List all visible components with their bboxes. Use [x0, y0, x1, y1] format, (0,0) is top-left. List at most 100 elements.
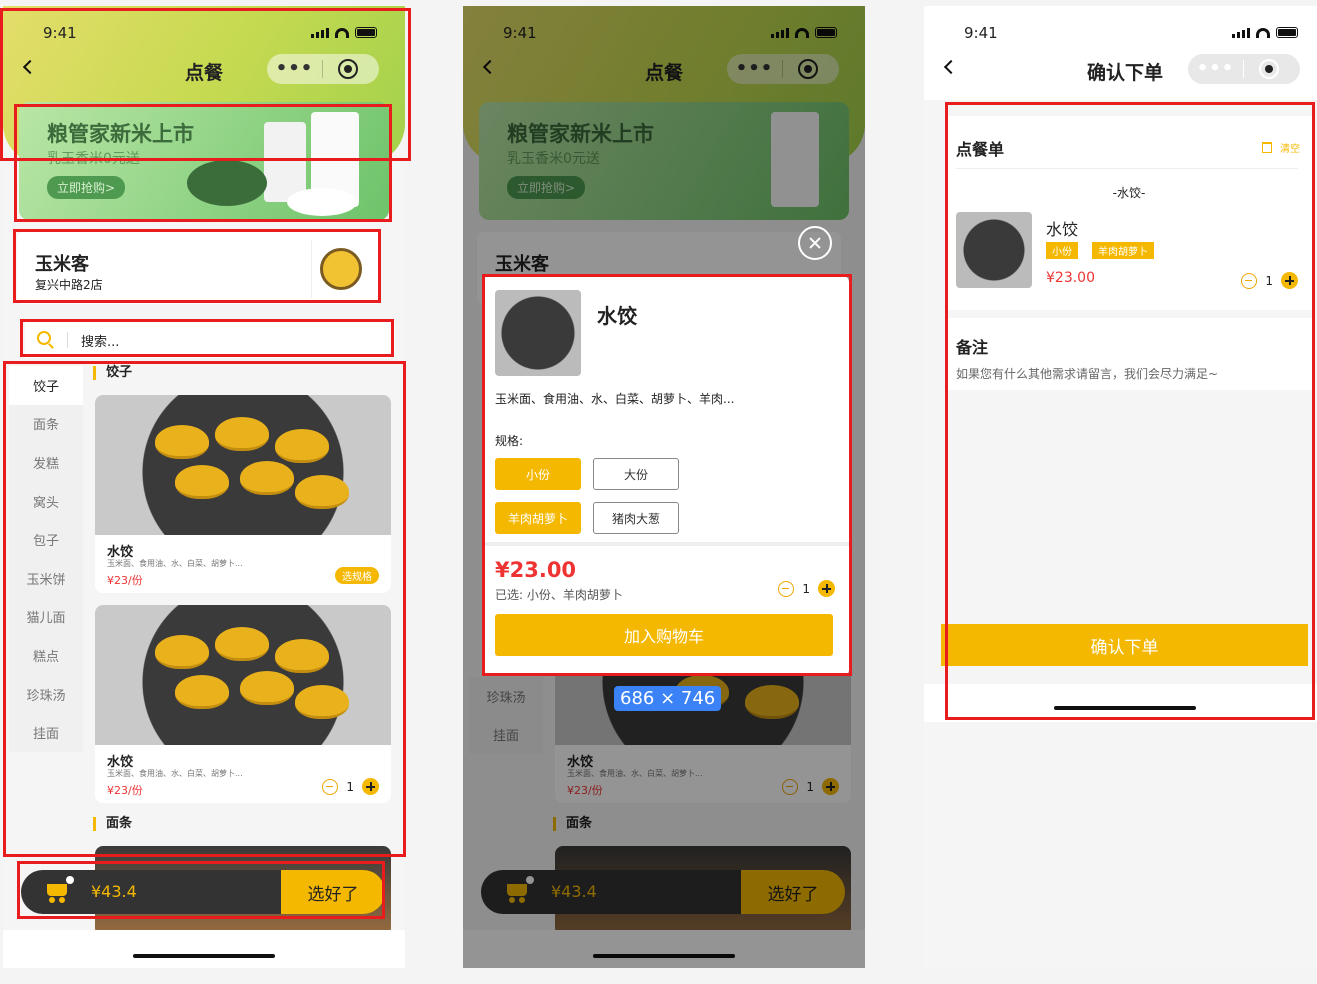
signal-icon — [1232, 28, 1250, 38]
plus-icon[interactable] — [362, 778, 379, 795]
quantity-stepper: 1 — [1241, 272, 1298, 289]
minus-icon[interactable] — [1241, 272, 1258, 289]
dish-description: 玉米面、食用油、水、白菜、胡萝卜... — [107, 769, 243, 778]
category-item[interactable]: 挂面 — [9, 713, 83, 752]
promo-banner[interactable]: 粮管家新米上市 乳玉香米0元送 立即抢购> — [19, 102, 389, 220]
bottom-safe-area — [3, 930, 405, 968]
choose-spec-button[interactable]: 选规格 — [335, 567, 379, 584]
dimension-label: 686 × 746 — [614, 686, 722, 711]
status-time: 9:41 — [43, 24, 77, 42]
search-placeholder: 搜索... — [81, 335, 120, 350]
category-item[interactable]: 包子 — [9, 520, 83, 559]
category-sidebar: 饺子 面条 发糕 窝头 包子 玉米饼 猫儿面 糕点 珍珠汤 挂面 — [9, 366, 83, 752]
rice-bowl-image — [187, 160, 267, 206]
plus-icon[interactable] — [1281, 272, 1298, 289]
dish-price: ¥23/份 — [107, 574, 143, 587]
mini-program-capsule: ••• — [1188, 54, 1300, 84]
home-indicator — [1054, 706, 1196, 710]
status-bar: 9:41 — [3, 6, 405, 54]
category-item[interactable]: 玉米饼 — [9, 558, 83, 598]
home-indicator — [133, 954, 275, 958]
search-input[interactable]: 搜索... — [25, 322, 395, 358]
order-item-tag: 羊肉胡萝卜 — [1092, 242, 1154, 259]
section-header-dumplings: 饺子 — [93, 366, 132, 380]
modal-price: ¥23.00 — [495, 558, 577, 582]
store-address: 复兴中路2店 — [35, 278, 103, 292]
search-icon — [37, 331, 51, 345]
note-card[interactable]: 备注 如果您有什么其他需求请留言，我们会尽力满足~ — [946, 318, 1312, 390]
note-title: 备注 — [956, 338, 989, 357]
filling-option-pork[interactable]: 猪肉大葱 — [593, 502, 679, 534]
spec-label: 规格: — [495, 434, 524, 448]
banner-buy-button[interactable]: 立即抢购> — [47, 176, 126, 199]
category-item[interactable]: 饺子 — [9, 366, 83, 405]
dish-card[interactable]: 水饺 玉米面、食用油、水、白菜、胡萝卜... ¥23/份 选规格 — [95, 395, 391, 593]
dish-image — [495, 290, 581, 376]
modal-dish-name: 水饺 — [597, 304, 637, 328]
plus-icon[interactable] — [818, 580, 835, 597]
cart-icon[interactable] — [43, 876, 74, 903]
more-icon[interactable]: ••• — [267, 60, 322, 78]
size-option-large[interactable]: 大份 — [593, 458, 679, 490]
trash-icon — [1262, 142, 1272, 153]
close-program-icon[interactable] — [1259, 59, 1279, 79]
close-program-icon[interactable] — [338, 59, 358, 79]
order-item-price: ¥23.00 — [1046, 270, 1095, 286]
category-item[interactable]: 发糕 — [9, 443, 83, 482]
spec-modal: 水饺 玉米面、食用油、水、白菜、胡萝卜、羊肉... 规格: 小份 大份 羊肉胡萝… — [483, 276, 849, 676]
add-to-cart-button[interactable]: 加入购物车 — [495, 614, 833, 656]
rice-pile-image — [287, 188, 357, 216]
filling-option-lamb[interactable]: 羊肉胡萝卜 — [495, 502, 581, 534]
more-icon[interactable]: ••• — [1188, 60, 1243, 78]
close-icon[interactable] — [798, 226, 832, 260]
category-item[interactable]: 窝头 — [9, 481, 83, 521]
quantity-stepper: 1 — [322, 778, 379, 795]
order-item-tag: 小份 — [1046, 242, 1078, 259]
cart-total: ¥43.4 — [91, 882, 137, 901]
checkout-button[interactable]: 选好了 — [281, 870, 385, 914]
screen-spec-modal: 9:41 点餐 ••• 粮管家新米上市 乳玉香米0元送 立即抢购> 玉米客 珍珠… — [463, 6, 865, 968]
category-item[interactable]: 面条 — [9, 404, 83, 444]
quantity-value: 1 — [802, 581, 810, 596]
battery-icon — [355, 27, 377, 38]
nav-bar: 确认下单 ••• — [924, 50, 1317, 90]
signal-icon — [311, 28, 329, 38]
quantity-value: 1 — [1265, 273, 1273, 288]
status-time: 9:41 — [964, 24, 998, 42]
category-item[interactable]: 珍珠汤 — [9, 674, 83, 714]
battery-icon — [1276, 27, 1298, 38]
bottom-safe-area — [924, 684, 1317, 722]
section-header-noodles: 面条 — [93, 817, 132, 831]
confirm-order-button[interactable]: 确认下单 — [941, 624, 1308, 666]
category-item[interactable]: 猫儿面 — [9, 597, 83, 637]
nav-bar: 点餐 ••• — [3, 50, 405, 90]
mini-program-capsule: ••• — [267, 54, 379, 84]
store-card[interactable]: 玉米客 复兴中路2店 — [17, 232, 381, 304]
size-option-small[interactable]: 小份 — [495, 458, 581, 490]
dish-price: ¥23/份 — [107, 784, 143, 797]
note-placeholder: 如果您有什么其他需求请留言，我们会尽力满足~ — [956, 367, 1219, 381]
clear-button[interactable]: 清空 — [1262, 140, 1300, 155]
wifi-icon — [1256, 28, 1270, 38]
screen-confirm-order: 9:41 确认下单 ••• 点餐单 清空 -水饺- 水饺 小份 羊肉胡萝卜 ¥2… — [924, 6, 1317, 968]
dish-card[interactable]: 水饺 玉米面、食用油、水、白菜、胡萝卜... ¥23/份 1 — [95, 605, 391, 803]
dumpling-image — [95, 605, 391, 745]
banner-subtitle: 乳玉香米0元送 — [47, 151, 140, 167]
dish-description: 玉米面、食用油、水、白菜、胡萝卜... — [107, 559, 243, 568]
screen-ordering: 9:41 点餐 ••• 粮管家新米上市 乳玉香米0元送 立即抢购> 玉米客 复兴… — [3, 6, 405, 968]
order-list-card: 点餐单 清空 -水饺- 水饺 小份 羊肉胡萝卜 ¥23.00 1 — [946, 116, 1312, 310]
dish-image — [956, 212, 1032, 288]
status-bar: 9:41 — [924, 6, 1317, 54]
cart-bar: ¥43.4 选好了 — [21, 870, 385, 914]
order-group-label: -水饺- — [1112, 186, 1146, 200]
wifi-icon — [335, 28, 349, 38]
minus-icon[interactable] — [322, 778, 339, 795]
store-logo — [311, 240, 369, 298]
quantity-stepper: 1 — [778, 580, 835, 597]
dumpling-image — [95, 395, 391, 535]
quantity-value: 1 — [346, 779, 354, 794]
minus-icon[interactable] — [778, 580, 795, 597]
banner-title: 粮管家新米上市 — [47, 122, 194, 146]
store-name: 玉米客 — [35, 254, 89, 275]
category-item[interactable]: 糕点 — [9, 636, 83, 675]
